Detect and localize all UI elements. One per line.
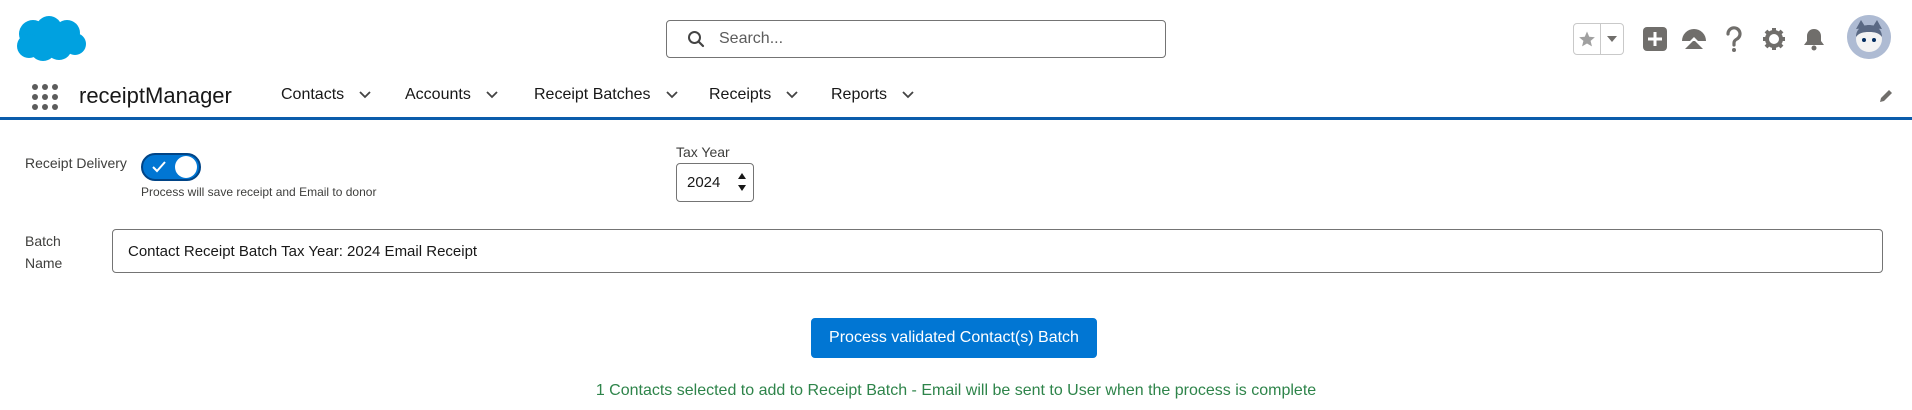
search-icon <box>688 31 705 48</box>
favorites-star-button[interactable] <box>1574 24 1602 54</box>
setup-button[interactable] <box>1759 24 1789 54</box>
process-batch-button[interactable]: Process validated Contact(s) Batch <box>811 318 1097 358</box>
chevron-down-icon[interactable] <box>358 88 372 102</box>
batch-name-label-line: Name <box>25 255 63 271</box>
app-name: receiptManager <box>79 83 232 108</box>
star-icon <box>1579 31 1596 47</box>
receipt-delivery-label: Receipt Delivery <box>25 155 127 171</box>
batch-name-input[interactable] <box>112 229 1883 273</box>
nav-item-receipts[interactable]: Receipts <box>709 86 799 104</box>
app-launcher-dot <box>52 94 58 100</box>
favorites-group <box>1573 23 1624 55</box>
nav-item-contacts[interactable]: Contacts <box>281 86 372 104</box>
trailhead-button[interactable] <box>1679 24 1709 54</box>
app-launcher-dot <box>52 84 58 90</box>
global-header <box>0 0 1912 74</box>
global-search[interactable] <box>666 20 1166 58</box>
plus-icon <box>1643 27 1667 51</box>
chevron-down-icon <box>1607 36 1618 42</box>
nav-item-label: Contacts <box>281 86 345 103</box>
up-down-arrows-icon[interactable] <box>738 171 746 193</box>
app-launcher-dot <box>42 104 48 110</box>
tax-year-label: Tax Year <box>676 144 730 160</box>
nav-item-label: Receipt Batches <box>534 86 651 103</box>
chevron-down-icon[interactable] <box>785 88 799 102</box>
gear-icon <box>1763 28 1785 50</box>
edit-nav-pencil-icon[interactable] <box>1878 88 1894 104</box>
tax-year-value: 2024 <box>687 174 721 191</box>
chevron-down-icon[interactable] <box>901 88 915 102</box>
app-launcher-dot <box>42 84 48 90</box>
app-launcher-dot <box>42 94 48 100</box>
app-launcher-dot <box>32 104 38 110</box>
search-input[interactable] <box>719 30 1119 48</box>
nav-item-label: Accounts <box>405 86 471 103</box>
nav-item-reports[interactable]: Reports <box>831 86 915 104</box>
bell-icon <box>1804 29 1824 51</box>
trailhead-icon <box>1682 29 1706 49</box>
nav-item-accounts[interactable]: Accounts <box>405 86 499 104</box>
batch-name-label-line: Batch <box>25 233 61 249</box>
help-button[interactable] <box>1719 24 1749 54</box>
app-launcher-dot <box>52 104 58 110</box>
question-icon <box>1726 26 1742 52</box>
chevron-down-icon[interactable] <box>665 88 679 102</box>
favorites-list-button[interactable] <box>1601 24 1623 54</box>
app-launcher-dot <box>32 84 38 90</box>
astro-avatar-icon <box>1847 15 1891 59</box>
checkmark-icon <box>152 161 166 173</box>
tax-year-select[interactable]: 2024 <box>676 163 754 202</box>
salesforce-cloud-logo[interactable] <box>13 14 87 62</box>
toggle-knob <box>175 156 197 178</box>
receipt-delivery-help-text: Process will save receipt and Email to d… <box>141 185 377 199</box>
nav-item-label: Receipts <box>709 86 772 103</box>
nav-item-label: Reports <box>831 86 888 103</box>
batch-name-label: Batch Name <box>25 230 62 274</box>
nav-item-receipt-batches[interactable]: Receipt Batches <box>534 86 679 104</box>
avatar[interactable] <box>1847 15 1891 59</box>
receipt-delivery-toggle[interactable] <box>141 153 201 181</box>
app-nav-bar: receiptManager Contacts Accounts Receipt… <box>0 74 1912 120</box>
global-actions-button[interactable] <box>1640 24 1670 54</box>
app-launcher-dot <box>32 94 38 100</box>
chevron-down-icon[interactable] <box>485 88 499 102</box>
status-message: 1 Contacts selected to add to Receipt Ba… <box>595 382 1317 399</box>
app-launcher-button[interactable] <box>30 82 58 110</box>
notifications-button[interactable] <box>1799 24 1829 54</box>
